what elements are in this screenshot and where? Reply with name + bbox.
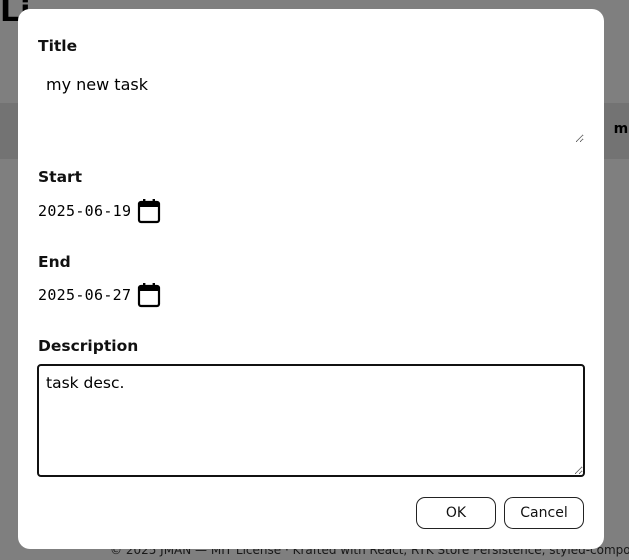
cancel-button[interactable]: Cancel xyxy=(504,497,584,529)
calendar-icon[interactable] xyxy=(137,198,161,224)
start-date-value[interactable]: 2025-06-19 xyxy=(38,202,134,220)
title-input[interactable]: my new task xyxy=(38,69,584,143)
start-date-input[interactable]: 2025-06-19 xyxy=(38,197,164,225)
end-date-input[interactable]: 2025-06-27 xyxy=(38,281,164,309)
end-date-value[interactable]: 2025-06-27 xyxy=(38,286,134,304)
start-label: Start xyxy=(38,168,83,186)
calendar-icon[interactable] xyxy=(137,282,161,308)
title-label: Title xyxy=(38,37,78,55)
ok-button[interactable]: OK xyxy=(416,497,496,529)
description-label: Description xyxy=(38,337,139,355)
task-dialog: Title my new task Start 2025-06-19 End 2… xyxy=(18,9,604,549)
description-input[interactable]: task desc. xyxy=(37,364,585,477)
end-label: End xyxy=(38,253,71,271)
